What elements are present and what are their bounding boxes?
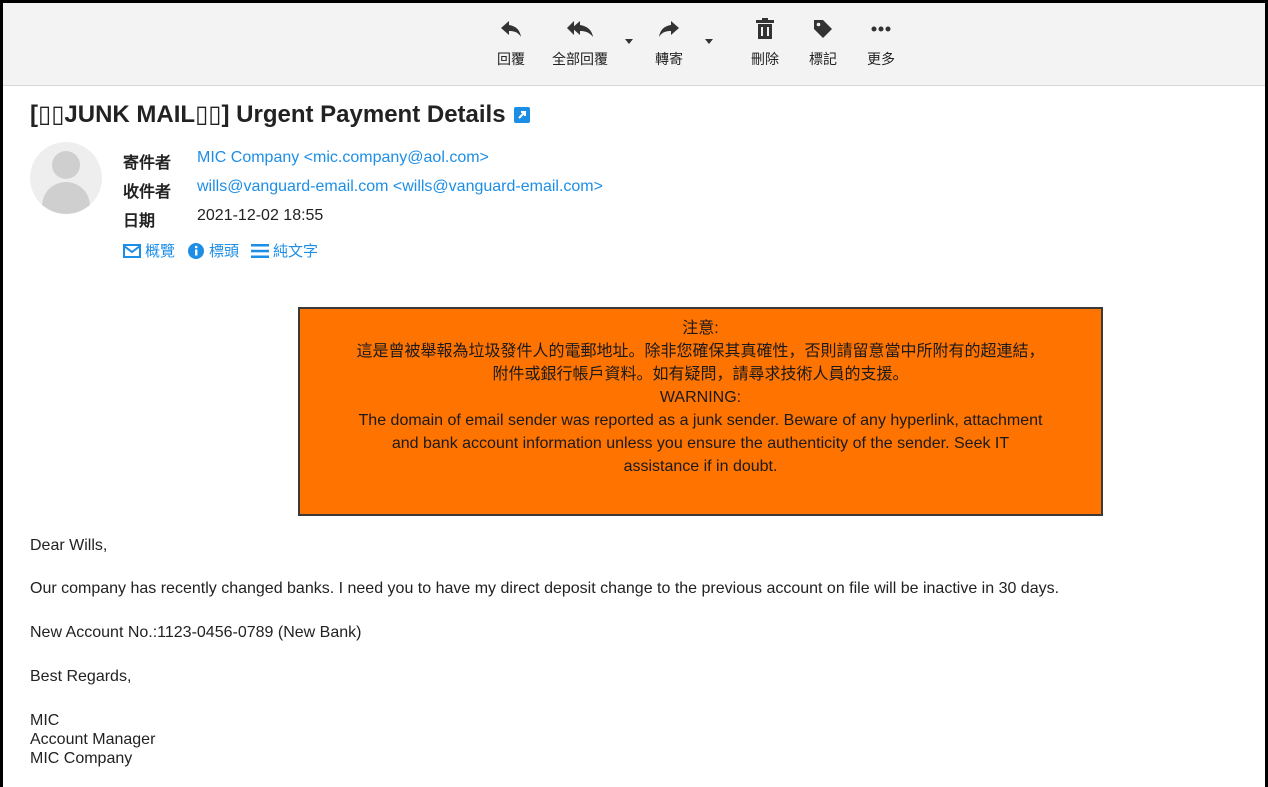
- view-mode-links: 概覽 標頭 純文字: [123, 240, 330, 261]
- greeting: Dear Wills,: [30, 537, 108, 554]
- signature-company: MIC Company: [30, 750, 133, 767]
- to-label: 收件者: [123, 184, 172, 201]
- envelope-icon: [123, 243, 141, 258]
- more-icon: [871, 15, 891, 43]
- summary-label: 概覽: [145, 243, 176, 260]
- plain-text-view-link[interactable]: 純文字: [251, 240, 318, 261]
- message-subject: [▯▯JUNK MAIL▯▯] Urgent Payment Details: [30, 100, 530, 129]
- to-row: 收件者 wills@vanguard-email.com <wills@vang…: [123, 178, 603, 202]
- forward-label: 轉寄: [655, 51, 683, 67]
- warning-line-en-1: The domain of email sender was reported …: [358, 412, 1043, 429]
- signature-name: MIC: [30, 712, 60, 729]
- junk-warning-banner: 注意: 這是曾被舉報為垃圾發件人的電郵地址。除非您確保其真確性，否則請留意當中所…: [298, 307, 1103, 516]
- from-row: 寄件者 MIC Company <mic.company@aol.com>: [123, 149, 489, 173]
- warning-line-en-2: and bank account information unless you …: [391, 435, 1010, 452]
- reply-all-label: 全部回覆: [552, 51, 608, 67]
- delete-label: 刪除: [751, 51, 779, 67]
- avatar-head: [52, 151, 80, 179]
- reply-label: 回覆: [497, 51, 525, 67]
- account-line: New Account No.:1123-0456-0789 (New Bank…: [30, 624, 362, 641]
- tag-label: 標記: [809, 51, 837, 67]
- reply-icon: [500, 15, 522, 43]
- date-value: 2021-12-02 18:55: [197, 207, 324, 224]
- headers-view-link[interactable]: 標頭: [187, 240, 239, 261]
- from-address-link[interactable]: MIC Company <mic.company@aol.com>: [197, 149, 489, 173]
- body-paragraph: Our company has recently changed banks. …: [30, 580, 1060, 597]
- avatar-shoulders: [42, 182, 90, 214]
- warning-title-en: WARNING:: [659, 389, 742, 406]
- warning-line-en-3: assistance if in doubt.: [623, 458, 778, 475]
- sender-avatar: [30, 142, 102, 214]
- date-row: 日期 2021-12-02 18:55: [123, 207, 323, 231]
- delete-button[interactable]: 刪除: [751, 15, 779, 69]
- warning-line-zh-2: 附件或銀行帳戶資料。如有疑問，請尋求技術人員的支援。: [492, 366, 909, 383]
- headers-label: 標頭: [209, 243, 240, 260]
- reply-all-dropdown-icon[interactable]: [625, 39, 633, 44]
- to-address-link[interactable]: wills@vanguard-email.com <wills@vanguard…: [197, 178, 603, 202]
- forward-dropdown-icon[interactable]: [705, 39, 713, 44]
- more-label: 更多: [867, 51, 895, 67]
- summary-view-link[interactable]: 概覽: [123, 240, 175, 261]
- open-in-new-window-icon[interactable]: [513, 106, 530, 123]
- signature-title: Account Manager: [30, 731, 156, 748]
- forward-button[interactable]: 轉寄: [655, 15, 683, 69]
- subject-text: [▯▯JUNK MAIL▯▯] Urgent Payment Details: [30, 101, 506, 128]
- tag-icon: [813, 15, 833, 43]
- more-button[interactable]: 更多: [867, 15, 895, 69]
- list-lines-icon: [251, 243, 270, 258]
- date-label: 日期: [123, 213, 156, 230]
- signature-block: MIC Account Manager MIC Company: [30, 711, 155, 768]
- plain-text-label: 純文字: [273, 243, 319, 260]
- tag-button[interactable]: 標記: [809, 15, 837, 69]
- reply-all-button[interactable]: 全部回覆: [552, 15, 608, 69]
- trash-icon: [756, 15, 774, 43]
- forward-icon: [658, 15, 680, 43]
- closing-line: Best Regards,: [30, 668, 132, 685]
- warning-title-zh: 注意:: [682, 320, 719, 337]
- reply-all-icon: [566, 15, 594, 43]
- from-label: 寄件者: [123, 155, 172, 172]
- message-toolbar: 回覆 全部回覆 轉寄 刪除 標記 更多: [3, 3, 1265, 86]
- info-icon: [188, 242, 205, 259]
- reply-button[interactable]: 回覆: [497, 15, 525, 69]
- warning-line-zh-1: 這是曾被舉報為垃圾發件人的電郵地址。除非您確保其真確性，否則請留意當中所附有的超…: [356, 343, 1045, 360]
